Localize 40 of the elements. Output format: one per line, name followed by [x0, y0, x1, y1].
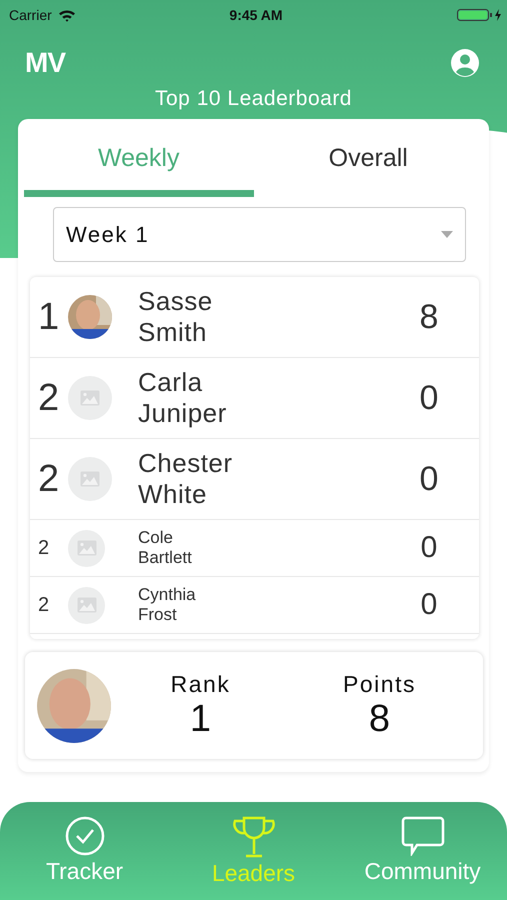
rank-number: 2 [38, 594, 50, 616]
logo: MV [25, 47, 65, 79]
player-name: Sasse Smith [138, 286, 214, 348]
image-icon [76, 597, 96, 613]
player-points: 0 [420, 588, 438, 622]
player-name: Cynthia Frost [138, 584, 197, 626]
rank-number: 2 [38, 376, 60, 420]
rank-number: 1 [38, 296, 60, 338]
nav-tab[interactable]: Leaders [169, 802, 338, 900]
caret-icon [441, 231, 453, 238]
chat-bubble-icon [400, 816, 444, 856]
rank-number: 2 [38, 458, 60, 500]
status-time: 9:45 AM [229, 7, 283, 23]
check-circle-icon [64, 816, 104, 856]
player-points: 0 [418, 378, 440, 418]
rank-number: 2 [38, 536, 50, 560]
player-name: Carla Juniper [138, 366, 228, 430]
image-icon [80, 471, 100, 487]
battery-icon [456, 8, 503, 22]
player-name: Chester White [138, 448, 234, 510]
page-title: Top 10 Leaderboard [154, 87, 353, 112]
nav-tab[interactable]: Community [338, 802, 507, 900]
player-points: 8 [418, 298, 440, 336]
points-value: 8 [368, 698, 390, 740]
week-dropdown[interactable]: Week 1 [53, 207, 466, 262]
rank-label: Rank [170, 670, 230, 698]
carrier-label: Carrier [9, 7, 52, 23]
image-icon [76, 540, 96, 556]
rank-value: 1 [190, 698, 212, 740]
tab[interactable]: Overall [254, 119, 483, 197]
player-points: 0 [420, 531, 438, 565]
nav-tab[interactable]: Tracker [0, 802, 169, 900]
player-points: 0 [418, 460, 440, 498]
wifi-icon [58, 8, 76, 22]
trophy-icon [232, 816, 276, 858]
tab[interactable]: Weekly [24, 119, 254, 197]
points-label: Points [343, 670, 416, 698]
profile-icon[interactable] [450, 48, 480, 78]
image-icon [80, 390, 100, 406]
player-name: Cole Bartlett [138, 528, 193, 568]
